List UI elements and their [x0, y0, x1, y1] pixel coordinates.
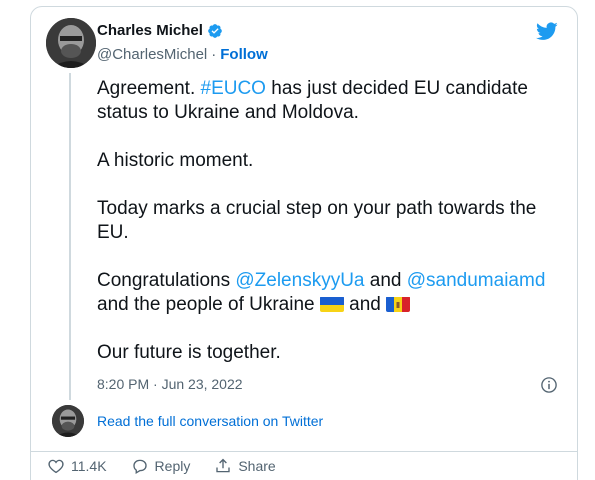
reply-label: Reply: [154, 458, 191, 474]
text-span: and: [343, 294, 387, 315]
share-upload-icon: [216, 458, 231, 473]
tweet-paragraph-1: Agreement. #EUCO has just decided EU can…: [97, 77, 567, 125]
mention-sandumaiamd-link[interactable]: @sandumaiamd: [407, 270, 546, 291]
action-bar: 11.4K Reply Share: [47, 457, 300, 475]
like-button[interactable]: 11.4K: [47, 457, 107, 475]
twitter-bird-icon[interactable]: [535, 20, 559, 42]
author-handle[interactable]: @CharlesMichel: [97, 46, 207, 63]
reply-bubble-icon: [132, 459, 147, 475]
ukraine-flag-icon: [319, 296, 344, 312]
text-span: Congratulations: [97, 270, 236, 291]
tweet-paragraph-4: Congratulations @ZelenskyyUa and @sandum…: [97, 269, 567, 317]
share-button[interactable]: Share: [214, 457, 276, 475]
text-span: and the people of Ukraine: [97, 294, 320, 315]
like-count: 11.4K: [71, 458, 107, 474]
author-handle-row: @CharlesMichel · Follow: [97, 46, 268, 63]
divider: [31, 451, 577, 452]
tweet-timestamp[interactable]: 8:20 PM · Jun 23, 2022: [97, 376, 243, 392]
tweet-paragraph-5: Our future is together.: [97, 342, 281, 363]
tweet-paragraph-3: Today marks a crucial step on your path …: [97, 198, 537, 243]
moldova-flag-icon: [386, 296, 411, 312]
mention-zelenskyyua-link[interactable]: @ZelenskyyUa: [235, 270, 364, 291]
author-name[interactable]: Charles Michel: [97, 22, 203, 39]
conversation-avatar[interactable]: [52, 405, 84, 437]
text-span: Agreement.: [97, 78, 201, 99]
verified-badge-icon: [208, 23, 222, 38]
tweet-text: Agreement. #EUCO has just decided EU can…: [97, 77, 567, 389]
share-label: Share: [238, 458, 276, 474]
separator-dot: ·: [211, 46, 217, 63]
info-icon[interactable]: [540, 376, 558, 394]
tweet-paragraph-2: A historic moment.: [97, 150, 254, 171]
follow-button[interactable]: Follow: [220, 46, 268, 63]
text-span: and: [364, 270, 407, 291]
reply-button[interactable]: Reply: [131, 457, 191, 475]
author-avatar[interactable]: [46, 18, 96, 68]
read-full-conversation-link[interactable]: Read the full conversation on Twitter: [97, 413, 323, 429]
heart-icon: [48, 459, 64, 474]
thread-line: [69, 73, 71, 400]
author-name-row: Charles Michel: [97, 22, 223, 39]
tweet-card: Charles Michel @CharlesMichel · Follow A…: [30, 6, 578, 480]
hashtag-euco-link[interactable]: #EUCO: [201, 78, 266, 99]
